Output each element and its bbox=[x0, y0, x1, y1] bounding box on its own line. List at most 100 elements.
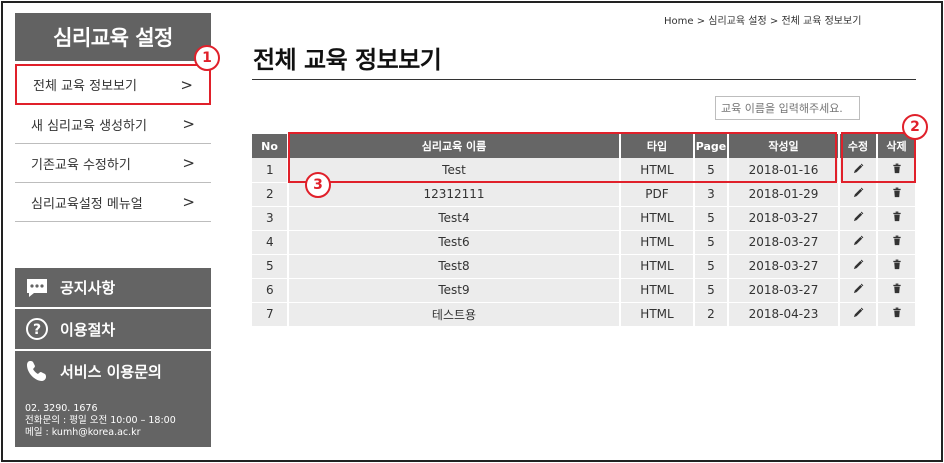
trash-icon bbox=[892, 235, 902, 249]
cell-date: 2018-03-27 bbox=[728, 230, 840, 255]
table-row[interactable]: 6 Test9 HTML 5 2018-03-27 bbox=[252, 278, 915, 303]
cell-type: HTML bbox=[620, 254, 695, 279]
chevron-right-icon: > bbox=[182, 154, 195, 172]
service-label: 서비스 이용문의 bbox=[60, 362, 162, 381]
pencil-icon bbox=[853, 211, 864, 225]
notice-link[interactable]: 공지사항 bbox=[15, 268, 211, 307]
cell-name: 12312111 bbox=[288, 182, 621, 207]
breadcrumb-level1[interactable]: 심리교육 설정 bbox=[708, 16, 766, 27]
pencil-icon bbox=[853, 307, 864, 321]
service-inquiry-panel: 서비스 이용문의 02. 3290. 1676 전화문의 : 평일 오전 10:… bbox=[15, 351, 211, 447]
breadcrumb-separator: > bbox=[696, 16, 706, 27]
cell-date: 2018-04-23 bbox=[728, 302, 840, 327]
cell-page: 5 bbox=[694, 278, 729, 303]
delete-button[interactable] bbox=[877, 254, 915, 279]
page-title: 전체 교육 정보보기 bbox=[253, 46, 442, 74]
cell-page: 3 bbox=[694, 182, 729, 207]
pencil-icon bbox=[853, 259, 864, 273]
contact-phone: 02. 3290. 1676 bbox=[25, 403, 98, 414]
pencil-icon bbox=[853, 187, 864, 201]
cell-type: PDF bbox=[620, 182, 695, 207]
question-circle-icon: ? bbox=[25, 317, 49, 341]
process-link[interactable]: ? 이용절차 bbox=[15, 309, 211, 349]
highlight-name-column bbox=[288, 132, 837, 183]
sidebar-menu: 전체 교육 정보보기 > 새 심리교육 생성하기 > 기존교육 수정하기 > 심… bbox=[15, 63, 211, 222]
cell-date: 2018-03-27 bbox=[728, 278, 840, 303]
svg-text:?: ? bbox=[33, 322, 41, 338]
cell-page: 5 bbox=[694, 230, 729, 255]
breadcrumb-level2: 전체 교육 정보보기 bbox=[781, 16, 862, 27]
chevron-right-icon: > bbox=[182, 193, 195, 211]
delete-button[interactable] bbox=[877, 206, 915, 231]
breadcrumb-home[interactable]: Home bbox=[664, 16, 694, 27]
callout-1: 1 bbox=[194, 45, 220, 71]
column-header-no: No bbox=[252, 134, 289, 158]
trash-icon bbox=[892, 259, 902, 273]
notice-label: 공지사항 bbox=[60, 279, 116, 297]
cell-name: Test8 bbox=[288, 254, 621, 279]
trash-icon bbox=[892, 283, 902, 297]
phone-icon bbox=[25, 359, 49, 383]
trash-icon bbox=[892, 211, 902, 225]
sidebar-item-label: 전체 교육 정보보기 bbox=[33, 79, 137, 94]
cell-no: 1 bbox=[252, 158, 289, 183]
sidebar-title: 심리교육 설정 bbox=[15, 13, 211, 61]
cell-type: HTML bbox=[620, 278, 695, 303]
sidebar-item-label: 새 심리교육 생성하기 bbox=[31, 118, 147, 134]
cell-no: 7 bbox=[252, 302, 289, 327]
callout-3: 3 bbox=[305, 172, 331, 198]
table-row[interactable]: 4 Test6 HTML 5 2018-03-27 bbox=[252, 230, 915, 255]
cell-page: 5 bbox=[694, 254, 729, 279]
cell-page: 5 bbox=[694, 206, 729, 231]
trash-icon bbox=[892, 307, 902, 321]
table-body: 1 Test HTML 5 2018-01-16 2 12312111 PDF 3 2018-01… bbox=[252, 158, 915, 327]
delete-button[interactable] bbox=[877, 182, 915, 207]
cell-date: 2018-03-27 bbox=[728, 206, 840, 231]
cell-date: 2018-01-29 bbox=[728, 182, 840, 207]
chat-bubble-icon bbox=[25, 276, 49, 300]
sidebar-item-create-education[interactable]: 새 심리교육 생성하기 > bbox=[15, 105, 211, 144]
cell-name: 테스트용 bbox=[288, 302, 621, 327]
edit-button[interactable] bbox=[839, 302, 878, 327]
edit-button[interactable] bbox=[839, 206, 878, 231]
cell-no: 5 bbox=[252, 254, 289, 279]
contact-email: 메일 : kumh@korea.ac.kr bbox=[25, 427, 141, 438]
cell-name: Test9 bbox=[288, 278, 621, 303]
contact-hours: 전화문의 : 평일 오전 10:00 – 18:00 bbox=[25, 415, 176, 426]
chevron-right-icon: > bbox=[182, 115, 195, 133]
chevron-right-icon: > bbox=[180, 75, 193, 94]
delete-button[interactable] bbox=[877, 230, 915, 255]
table-row[interactable]: 3 Test4 HTML 5 2018-03-27 bbox=[252, 206, 915, 231]
cell-no: 4 bbox=[252, 230, 289, 255]
table-row[interactable]: 2 12312111 PDF 3 2018-01-29 bbox=[252, 182, 915, 207]
breadcrumb: Home > 심리교육 설정 > 전체 교육 정보보기 bbox=[664, 12, 861, 27]
cell-name: Test4 bbox=[288, 206, 621, 231]
edit-button[interactable] bbox=[839, 230, 878, 255]
sidebar-item-label: 심리교육설정 메뉴얼 bbox=[31, 196, 143, 212]
cell-no: 6 bbox=[252, 278, 289, 303]
search-input[interactable] bbox=[715, 96, 860, 120]
pencil-icon bbox=[853, 283, 864, 297]
pencil-icon bbox=[853, 235, 864, 249]
edit-button[interactable] bbox=[839, 254, 878, 279]
sidebar-item-manual[interactable]: 심리교육설정 메뉴얼 > bbox=[15, 183, 211, 222]
title-divider bbox=[252, 79, 916, 80]
delete-button[interactable] bbox=[877, 278, 915, 303]
cell-no: 2 bbox=[252, 182, 289, 207]
edit-button[interactable] bbox=[839, 278, 878, 303]
cell-type: HTML bbox=[620, 302, 695, 327]
sidebar-item-all-education[interactable]: 전체 교육 정보보기 > bbox=[15, 64, 211, 105]
table-row[interactable]: 7 테스트용 HTML 2 2018-04-23 bbox=[252, 302, 915, 327]
cell-type: HTML bbox=[620, 230, 695, 255]
cell-page: 2 bbox=[694, 302, 729, 327]
sidebar-item-label: 기존교육 수정하기 bbox=[31, 157, 131, 173]
sidebar-item-edit-education[interactable]: 기존교육 수정하기 > bbox=[15, 144, 211, 183]
table-row[interactable]: 5 Test8 HTML 5 2018-03-27 bbox=[252, 254, 915, 279]
cell-no: 3 bbox=[252, 206, 289, 231]
trash-icon bbox=[892, 187, 902, 201]
highlight-action-columns bbox=[841, 132, 916, 183]
delete-button[interactable] bbox=[877, 302, 915, 327]
cell-date: 2018-03-27 bbox=[728, 254, 840, 279]
cell-type: HTML bbox=[620, 206, 695, 231]
edit-button[interactable] bbox=[839, 182, 878, 207]
